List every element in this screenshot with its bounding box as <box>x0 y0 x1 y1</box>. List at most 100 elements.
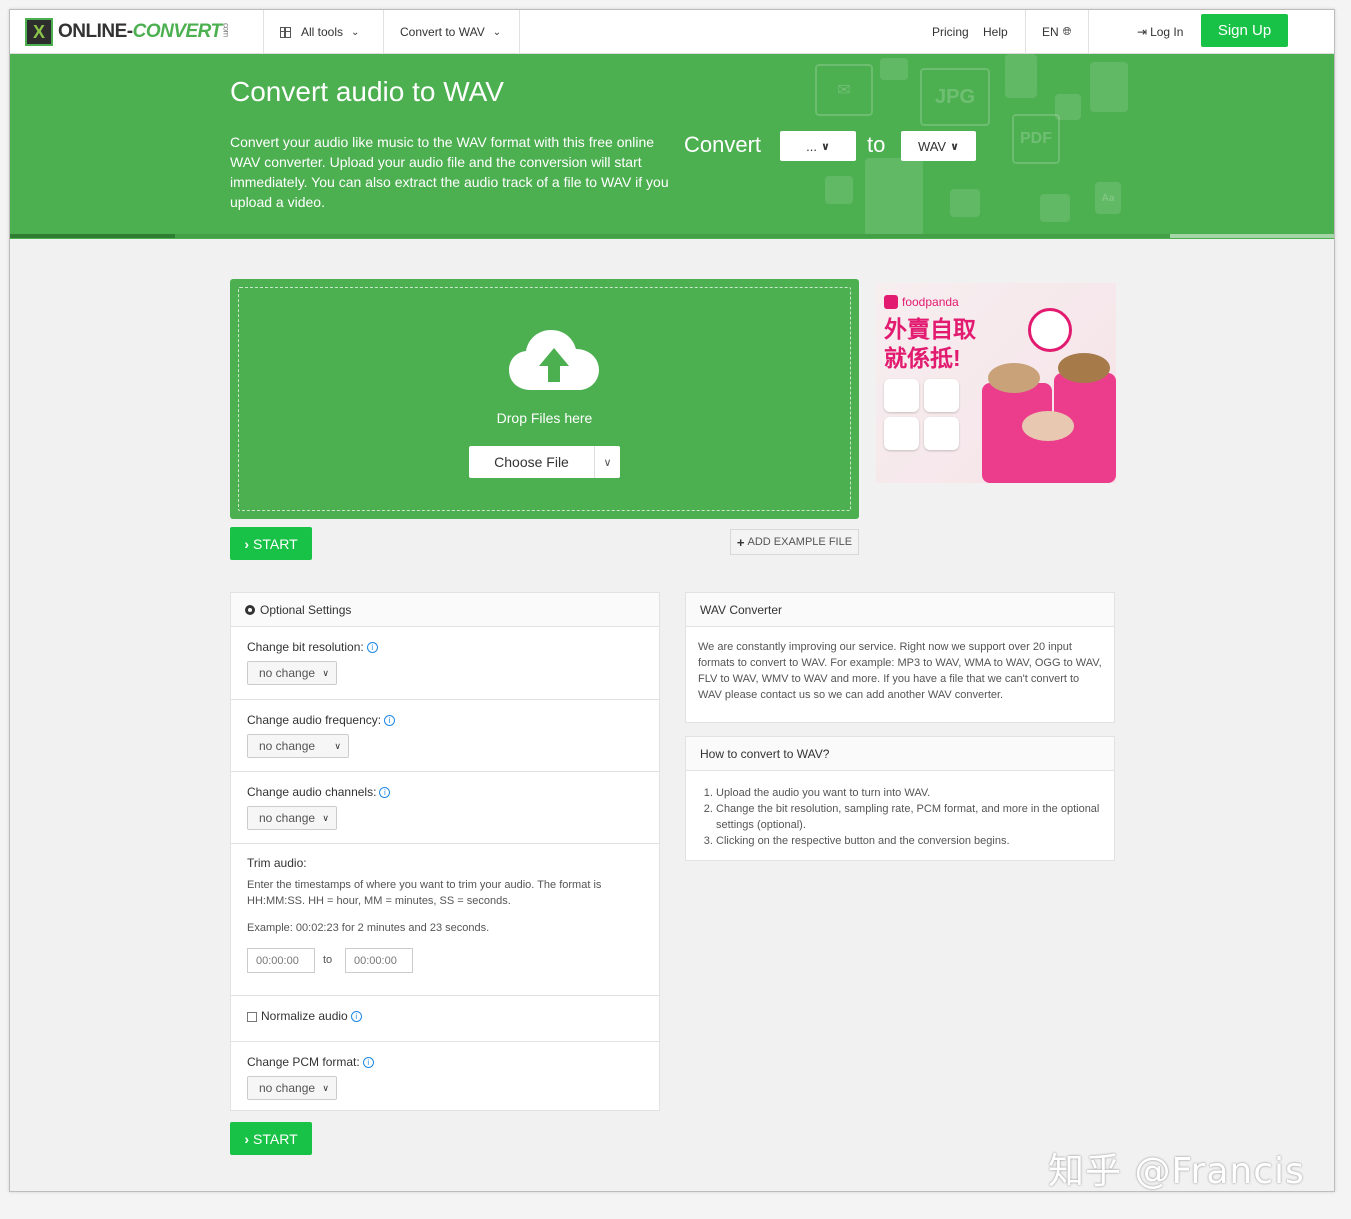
info-icon[interactable]: i <box>362 1057 374 1069</box>
convert-label: Convert <box>684 132 762 157</box>
chevron-down-icon: ∨ <box>334 740 341 751</box>
globe-icon: 🌐︎ <box>1062 25 1072 38</box>
envelope-icon: ✉ <box>815 64 873 116</box>
info-icon[interactable]: i <box>379 787 391 799</box>
audio-frequency-select[interactable]: no change ∨ <box>247 734 349 758</box>
how-to-steps: Upload the audio you want to turn into W… <box>716 785 1102 849</box>
jpg-file-icon: JPG <box>920 68 990 126</box>
add-example-label: ADD EXAMPLE FILE <box>747 536 853 548</box>
chevron-down-icon: ⌄ <box>492 26 502 38</box>
trim-audio-label: Trim audio: <box>247 856 307 870</box>
cloud-upload-icon <box>509 330 599 390</box>
normalize-audio-row: Normalize audio i <box>231 995 659 1041</box>
target-format-select[interactable]: WAV ∨ <box>901 131 976 161</box>
foodpanda-logo-icon <box>884 295 898 309</box>
chevron-right-icon: › <box>244 1130 250 1147</box>
dropzone-border: Drop Files here Choose File ∨ <box>238 287 851 511</box>
file-icon <box>950 189 980 217</box>
how-to-body: Upload the audio you want to turn into W… <box>686 771 1114 861</box>
info-icon[interactable]: i <box>350 1011 362 1023</box>
ad-headline: 外賣自取 就係抵! <box>884 315 976 373</box>
font-file-icon: Aa <box>1095 182 1121 214</box>
nav-pricing-label: Pricing <box>932 25 969 39</box>
upload-source-dropdown[interactable]: ∨ <box>595 446 620 478</box>
start-label: START <box>253 535 298 552</box>
trim-audio-example: Example: 00:02:23 for 2 minutes and 23 s… <box>247 922 490 934</box>
start-button-top[interactable]: › START <box>230 527 312 560</box>
source-format-select[interactable]: ... ∨ <box>780 131 856 161</box>
watermark-text: 知乎 @Francis <box>1048 1151 1305 1192</box>
audio-channels-label: Change audio channels: i <box>247 785 391 799</box>
how-to-header: How to convert to WAV? <box>686 737 1114 771</box>
advertisement-banner[interactable]: foodpanda 外賣自取 就係抵! <box>876 283 1116 483</box>
nav-convert-to-wav[interactable]: Convert to WAV ⌄ <box>400 10 501 54</box>
panda-mascot-icon <box>1028 308 1072 352</box>
nav-divider <box>519 10 520 54</box>
trim-to-label: to <box>323 954 333 966</box>
chevron-down-icon: ∨ <box>950 140 960 153</box>
info-icon[interactable]: i <box>366 642 378 654</box>
png-file-icon <box>825 176 853 204</box>
chevron-down-icon: ∨ <box>322 667 329 678</box>
chevron-down-icon: ∨ <box>820 140 830 153</box>
login-icon: ⇥ <box>1137 25 1148 39</box>
normalize-audio-label[interactable]: Normalize audio i <box>247 1009 362 1023</box>
pcm-format-select[interactable]: no change ∨ <box>247 1076 337 1100</box>
language-selector[interactable]: EN 🌐︎ <box>1042 10 1071 54</box>
add-example-file-button[interactable]: + ADD EXAMPLE FILE <box>730 529 859 555</box>
chevron-down-icon: ⌄ <box>351 26 360 38</box>
top-navbar: X ONLINE-CONVERTcom All tools ⌄ Convert … <box>10 10 1334 54</box>
wav-converter-header: WAV Converter <box>686 593 1114 627</box>
ad-restaurant-logo <box>884 417 919 450</box>
target-format-value: WAV <box>917 138 947 154</box>
info-icon[interactable]: i <box>384 715 396 727</box>
nav-divider <box>1088 10 1089 54</box>
ad-brand-label: foodpanda <box>902 295 959 309</box>
camera-icon <box>880 58 908 80</box>
pcm-format-label: Change PCM format: i <box>247 1055 374 1069</box>
hero-banner: ✉ JPG PDF Aa Convert audio to WAV Conver… <box>10 54 1334 239</box>
how-to-panel: How to convert to WAV? Upload the audio … <box>685 736 1115 861</box>
optional-settings-panel: Optional Settings Change bit resolution:… <box>230 592 660 1111</box>
nav-help-label: Help <box>983 25 1008 39</box>
logo-mark-icon: X <box>25 18 53 46</box>
pcm-format-row: Change PCM format: i no change ∨ <box>231 1041 659 1112</box>
how-to-step: Clicking on the respective button and th… <box>716 833 1102 849</box>
chevron-down-icon: ∨ <box>322 1082 329 1093</box>
to-label: to <box>867 132 886 157</box>
chevron-down-icon: ∨ <box>603 456 612 469</box>
start-button-bottom[interactable]: › START <box>230 1122 312 1155</box>
audio-channels-select[interactable]: no change ∨ <box>247 806 337 830</box>
ad-restaurant-logo <box>924 417 959 450</box>
nav-pricing[interactable]: Pricing <box>932 10 969 54</box>
start-label: START <box>253 1130 298 1147</box>
ad-food-image <box>1058 353 1110 383</box>
login-link[interactable]: ⇥ Log In <box>1137 10 1183 54</box>
nav-all-tools-label: All tools <box>301 25 344 39</box>
bit-resolution-select[interactable]: no change ∨ <box>247 661 337 685</box>
how-to-step: Change the bit resolution, sampling rate… <box>716 801 1102 833</box>
nav-help[interactable]: Help <box>983 10 1008 54</box>
nav-divider <box>263 10 264 54</box>
nav-divider <box>383 10 384 54</box>
optional-settings-header: Optional Settings <box>231 593 659 627</box>
plus-icon: + <box>736 534 745 550</box>
trim-end-input[interactable]: 00:00:00 <box>345 948 413 973</box>
wav-converter-text: We are constantly improving our service.… <box>698 641 1102 701</box>
ad-restaurant-logo <box>924 379 959 412</box>
ad-headline-line-2: 就係抵! <box>884 345 961 371</box>
signup-button[interactable]: Sign Up <box>1201 14 1288 47</box>
chevron-down-icon: ∨ <box>322 812 329 823</box>
choose-file-button[interactable]: Choose File <box>469 446 595 478</box>
wav-converter-panel: WAV Converter We are constantly improvin… <box>685 592 1115 723</box>
upload-dropzone[interactable]: Drop Files here Choose File ∨ <box>230 279 859 519</box>
trim-audio-description: Enter the timestamps of where you want t… <box>247 879 602 907</box>
source-format-value: ... <box>806 138 817 154</box>
audio-frequency-row: Change audio frequency: i no change ∨ <box>231 699 659 771</box>
trim-start-input[interactable]: 00:00:00 <box>247 948 315 973</box>
hero-description: Convert your audio like music to the WAV… <box>230 134 669 210</box>
site-logo[interactable]: X ONLINE-CONVERTcom <box>25 17 231 47</box>
normalize-audio-checkbox[interactable] <box>247 1011 257 1022</box>
nav-all-tools[interactable]: All tools ⌄ <box>280 10 359 54</box>
ad-food-image <box>1022 411 1074 441</box>
